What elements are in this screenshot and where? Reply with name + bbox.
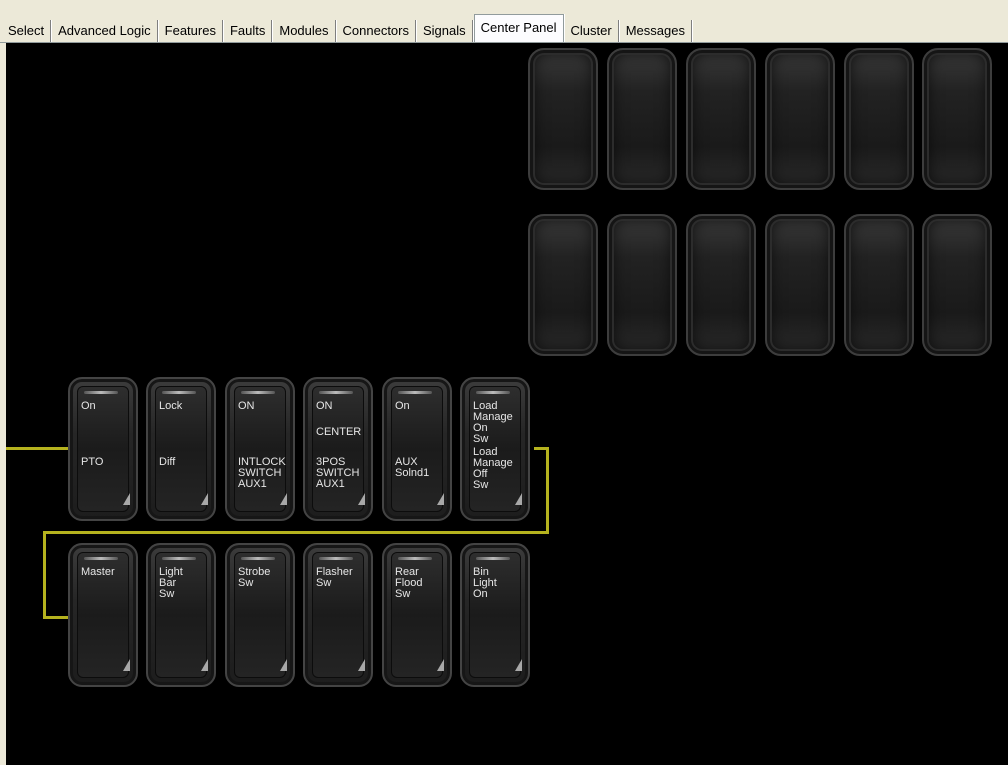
switch-label-bottom: 3POS SWITCH AUX1 bbox=[316, 456, 360, 490]
corner-triangle-icon bbox=[123, 659, 130, 671]
switch-label-bottom: Diff bbox=[159, 456, 176, 468]
indicator-lamp bbox=[84, 391, 118, 394]
switch-bin-light[interactable]: Bin Light On bbox=[460, 543, 530, 687]
empty-switch-slot[interactable] bbox=[607, 48, 677, 190]
switch-3pos-aux1[interactable]: ON CENTER 3POS SWITCH AUX1 bbox=[303, 377, 373, 521]
switch-label-top: On bbox=[395, 400, 410, 412]
tab-connectors[interactable]: Connectors bbox=[337, 20, 416, 42]
empty-switch-slot[interactable] bbox=[528, 48, 598, 190]
corner-triangle-icon bbox=[358, 659, 365, 671]
tab-messages[interactable]: Messages bbox=[620, 20, 692, 42]
center-panel-canvas: On PTO Lock Diff ON INTLOCK SWITCH AUX1 … bbox=[6, 43, 1008, 765]
switch-label-middle: CENTER bbox=[316, 426, 362, 438]
switch-label-top: Flasher Sw bbox=[316, 566, 353, 589]
switch-label-top: Strobe Sw bbox=[238, 566, 271, 589]
switch-pto[interactable]: On PTO bbox=[68, 377, 138, 521]
switch-label-top: Load Manage On Sw bbox=[473, 400, 513, 445]
wire-segment bbox=[546, 447, 549, 534]
indicator-lamp bbox=[398, 391, 432, 394]
switch-strobe[interactable]: Strobe Sw bbox=[225, 543, 295, 687]
switch-master[interactable]: Master bbox=[68, 543, 138, 687]
switch-intlock-aux1[interactable]: ON INTLOCK SWITCH AUX1 bbox=[225, 377, 295, 521]
switch-rear-flood[interactable]: Rear Flood Sw bbox=[382, 543, 452, 687]
wire-segment bbox=[6, 447, 68, 450]
switch-label-bottom: Load Manage Off Sw bbox=[473, 446, 513, 491]
switch-aux-solnd1[interactable]: On AUX Solnd1 bbox=[382, 377, 452, 521]
switch-flasher[interactable]: Flasher Sw bbox=[303, 543, 373, 687]
empty-switch-slot[interactable] bbox=[686, 48, 756, 190]
switch-light-bar[interactable]: Light Bar Sw bbox=[146, 543, 216, 687]
empty-switch-slot[interactable] bbox=[844, 48, 914, 190]
wire-segment bbox=[43, 616, 69, 619]
indicator-lamp bbox=[476, 391, 510, 394]
tab-modules[interactable]: Modules bbox=[273, 20, 336, 42]
tab-signals[interactable]: Signals bbox=[417, 20, 473, 42]
switch-load-manage[interactable]: Load Manage On Sw Load Manage Off Sw bbox=[460, 377, 530, 521]
indicator-lamp bbox=[241, 557, 275, 560]
empty-switch-slot[interactable] bbox=[765, 48, 835, 190]
empty-switch-slot[interactable] bbox=[922, 214, 992, 356]
corner-triangle-icon bbox=[358, 493, 365, 505]
empty-switch-slot[interactable] bbox=[765, 214, 835, 356]
indicator-lamp bbox=[319, 391, 353, 394]
indicator-lamp bbox=[476, 557, 510, 560]
switch-label-top: Rear Flood Sw bbox=[395, 566, 423, 600]
corner-triangle-icon bbox=[515, 493, 522, 505]
wire-segment bbox=[43, 531, 46, 619]
tab-faults[interactable]: Faults bbox=[224, 20, 273, 42]
wire-segment bbox=[43, 531, 549, 534]
switch-label-top: Bin Light On bbox=[473, 566, 497, 600]
indicator-lamp bbox=[84, 557, 118, 560]
corner-triangle-icon bbox=[201, 659, 208, 671]
tab-cluster[interactable]: Cluster bbox=[565, 20, 619, 42]
corner-triangle-icon bbox=[437, 659, 444, 671]
tab-features[interactable]: Features bbox=[159, 20, 223, 42]
indicator-lamp bbox=[319, 557, 353, 560]
switch-label-top: Lock bbox=[159, 400, 183, 412]
indicator-lamp bbox=[241, 391, 275, 394]
switch-label-top: On bbox=[81, 400, 96, 412]
indicator-lamp bbox=[162, 557, 196, 560]
indicator-lamp bbox=[398, 557, 432, 560]
empty-switch-slot[interactable] bbox=[844, 214, 914, 356]
corner-triangle-icon bbox=[515, 659, 522, 671]
empty-switch-slot[interactable] bbox=[528, 214, 598, 356]
tab-advanced-logic[interactable]: Advanced Logic bbox=[52, 20, 158, 42]
corner-triangle-icon bbox=[201, 493, 208, 505]
tab-bar: Select Advanced Logic Features Faults Mo… bbox=[0, 0, 1008, 44]
corner-triangle-icon bbox=[280, 493, 287, 505]
switch-label-top: Master bbox=[81, 566, 115, 578]
indicator-lamp bbox=[162, 391, 196, 394]
empty-switch-slot[interactable] bbox=[607, 214, 677, 356]
tab-select[interactable]: Select bbox=[2, 20, 52, 42]
switch-lock-diff[interactable]: Lock Diff bbox=[146, 377, 216, 521]
switch-label-bottom: PTO bbox=[81, 456, 104, 468]
corner-triangle-icon bbox=[280, 659, 287, 671]
tab-strip: Select Advanced Logic Features Faults Mo… bbox=[2, 8, 693, 43]
corner-triangle-icon bbox=[123, 493, 130, 505]
corner-triangle-icon bbox=[437, 493, 444, 505]
tab-center-panel[interactable]: Center Panel bbox=[473, 14, 564, 43]
switch-label-bottom: INTLOCK SWITCH AUX1 bbox=[238, 456, 286, 490]
empty-switch-slot[interactable] bbox=[922, 48, 992, 190]
switch-label-top: Light Bar Sw bbox=[159, 566, 183, 600]
switch-label-top: ON bbox=[316, 400, 333, 412]
empty-switch-slot[interactable] bbox=[686, 214, 756, 356]
switch-label-bottom: AUX Solnd1 bbox=[395, 456, 430, 479]
switch-label-top: ON bbox=[238, 400, 255, 412]
